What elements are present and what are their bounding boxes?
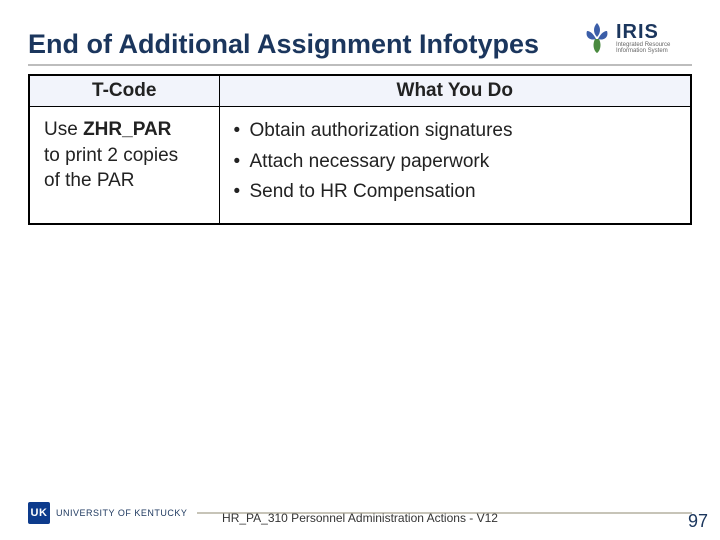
footer: UK UNIVERSITY OF KENTUCKY HR_PA_310 Pers…	[0, 502, 720, 524]
tcode-cell: Use ZHR_PAR to print 2 copies of the PAR	[29, 107, 219, 224]
footer-caption: HR_PA_310 Personnel Administration Actio…	[0, 511, 720, 525]
iris-flower-icon	[582, 21, 612, 55]
page-title: End of Additional Assignment Infotypes	[28, 29, 572, 60]
list-item: Attach necessary paperwork	[234, 148, 677, 177]
action-list: Obtain authorization signatures Attach n…	[234, 117, 677, 207]
tcode-line2: to print 2 copies	[44, 145, 178, 166]
iris-logo-text: IRIS	[616, 22, 670, 42]
col-header-whatyoudo: What You Do	[219, 75, 691, 107]
table-row: Use ZHR_PAR to print 2 copies of the PAR…	[29, 107, 691, 224]
title-underline	[28, 64, 692, 66]
list-item: Send to HR Compensation	[234, 178, 677, 207]
info-table: T-Code What You Do Use ZHR_PAR to print …	[28, 74, 692, 225]
list-item: Obtain authorization signatures	[234, 117, 677, 146]
table-header-row: T-Code What You Do	[29, 75, 691, 107]
tcode-line3: of the PAR	[44, 170, 134, 191]
tcode-code: ZHR_PAR	[83, 119, 171, 140]
tcode-prefix: Use	[44, 119, 83, 140]
col-header-tcode: T-Code	[29, 75, 219, 107]
iris-logo: IRIS Integrated Resource Information Sys…	[582, 18, 692, 58]
iris-logo-sub2: Information System	[616, 48, 670, 54]
page-number: 97	[688, 511, 708, 532]
whatyoudo-cell: Obtain authorization signatures Attach n…	[219, 107, 691, 224]
